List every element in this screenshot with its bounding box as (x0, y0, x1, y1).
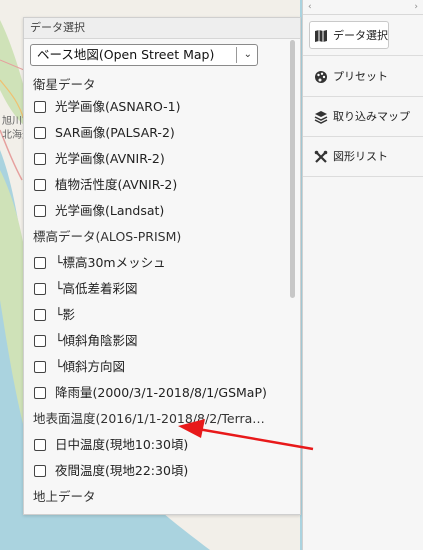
layer-label: 降雨量(2000/3/1-2018/8/1/GSMaP) (55, 385, 267, 400)
layer-checkbox[interactable] (34, 464, 46, 477)
layer-group-heading: 地表面温度(2016/1/1-2018/8/2/Terra… (33, 408, 265, 430)
collapse-right-icon[interactable]: › (414, 0, 418, 14)
base-map-select[interactable]: ベース地図(Open Street Map) ⌄ (30, 44, 258, 66)
layer-item[interactable]: 光学画像(AVNIR-2) (34, 148, 165, 170)
toolbar-label-imported-maps: 取り込みマップ (333, 110, 410, 123)
layer-label: 光学画像(Landsat) (55, 203, 165, 218)
layer-checkbox[interactable] (34, 282, 46, 295)
layer-group-label: 衛星データ (33, 77, 96, 92)
layer-item[interactable]: └傾斜角陰影図 (34, 330, 138, 352)
layer-checkbox[interactable] (34, 256, 46, 269)
layer-item[interactable]: └影 (34, 304, 75, 326)
layer-label: └傾斜角陰影図 (55, 333, 138, 348)
layer-item[interactable]: └標高30mメッシュ (34, 252, 166, 274)
panel-title: データ選択 (24, 18, 300, 39)
layer-group-label: 地上データ (33, 489, 96, 504)
layer-label: 光学画像(AVNIR-2) (55, 151, 165, 166)
layers-icon (314, 111, 328, 124)
base-map-select-value: ベース地図(Open Street Map) (37, 47, 215, 62)
layer-label: SAR画像(PALSAR-2) (55, 125, 175, 140)
chevron-down-icon: ⌄ (243, 49, 252, 60)
layer-label: └傾斜方向図 (55, 359, 126, 374)
layer-label: └影 (55, 307, 76, 322)
layer-checkbox[interactable] (34, 126, 46, 139)
select-divider (236, 47, 237, 63)
toolbar-label-data-select: データ選択 (333, 29, 388, 42)
layer-checkbox[interactable] (34, 204, 46, 217)
layer-group-heading: 地上データ (33, 486, 96, 508)
side-toolbar: ‹ › データ選択 プリセット 取り込みマップ 図形リスト (302, 0, 423, 550)
layer-group-heading: 衛星データ (33, 74, 96, 96)
layer-checkbox[interactable] (34, 100, 46, 113)
layer-item[interactable]: └傾斜方向図 (34, 356, 125, 378)
layer-item[interactable]: 降雨量(2000/3/1-2018/8/1/GSMaP) (34, 382, 267, 404)
toolbar-header: ‹ › (303, 0, 423, 15)
layer-checkbox[interactable] (34, 360, 46, 373)
layer-item[interactable]: └高低差着彩図 (34, 278, 138, 300)
layer-group-label: 地表面温度(2016/1/1-2018/8/2/Terra… (33, 411, 265, 426)
data-selection-panel: データ選択 ベース地図(Open Street Map) ⌄ 衛星データ光学画像… (23, 17, 301, 515)
map-icon (315, 30, 327, 42)
toolbar-label-shape-list: 図形リスト (333, 150, 388, 163)
layer-item[interactable]: 光学画像(Landsat) (34, 200, 164, 222)
toolbar-item-shape-list[interactable]: 図形リスト (303, 137, 423, 177)
collapse-left-icon[interactable]: ‹ (308, 0, 312, 14)
layer-checkbox[interactable] (34, 386, 46, 399)
toolbar-label-preset: プリセット (333, 70, 388, 83)
layer-item[interactable]: SAR画像(PALSAR-2) (34, 122, 175, 144)
map-label-region: 北海道 (2, 130, 23, 141)
layer-label: └高低差着彩図 (55, 281, 138, 296)
scrollbar-thumb[interactable] (290, 40, 295, 298)
palette-icon (315, 71, 327, 83)
layer-item[interactable]: 植物活性度(AVNIR-2) (34, 174, 177, 196)
layer-label: 植物活性度(AVNIR-2) (55, 177, 178, 192)
layer-label: 光学画像(ASNARO-1) (55, 99, 181, 114)
layer-checkbox[interactable] (34, 334, 46, 347)
layer-label: 夜間温度(現地22:30頃) (55, 463, 189, 478)
layer-item[interactable]: 光学画像(ASNARO-1) (34, 96, 180, 118)
toolbar-item-preset[interactable]: プリセット (303, 57, 423, 97)
layer-label: └標高30mメッシュ (55, 255, 166, 270)
layer-checkbox[interactable] (34, 438, 46, 451)
layer-group-label: 標高データ(ALOS-PRISM) (33, 229, 182, 244)
layer-checkbox[interactable] (34, 308, 46, 321)
tools-icon (314, 150, 328, 163)
layer-checkbox[interactable] (34, 152, 46, 165)
layer-checkbox[interactable] (34, 178, 46, 191)
layer-item[interactable]: 日中温度(現地10:30頃) (34, 434, 188, 456)
layer-list[interactable]: 衛星データ光学画像(ASNARO-1) SAR画像(PALSAR-2) 光学画像(A… (24, 74, 300, 514)
layer-item[interactable]: 夜間温度(現地22:30頃) (34, 460, 188, 482)
layer-label: 日中温度(現地10:30頃) (55, 437, 189, 452)
toolbar-item-imported-maps[interactable]: 取り込みマップ (303, 97, 423, 137)
toolbar-item-data-select[interactable]: データ選択 (303, 15, 423, 56)
layer-group-heading: 標高データ(ALOS-PRISM) (33, 226, 181, 248)
map-label-city: 旭川市 (2, 116, 23, 127)
